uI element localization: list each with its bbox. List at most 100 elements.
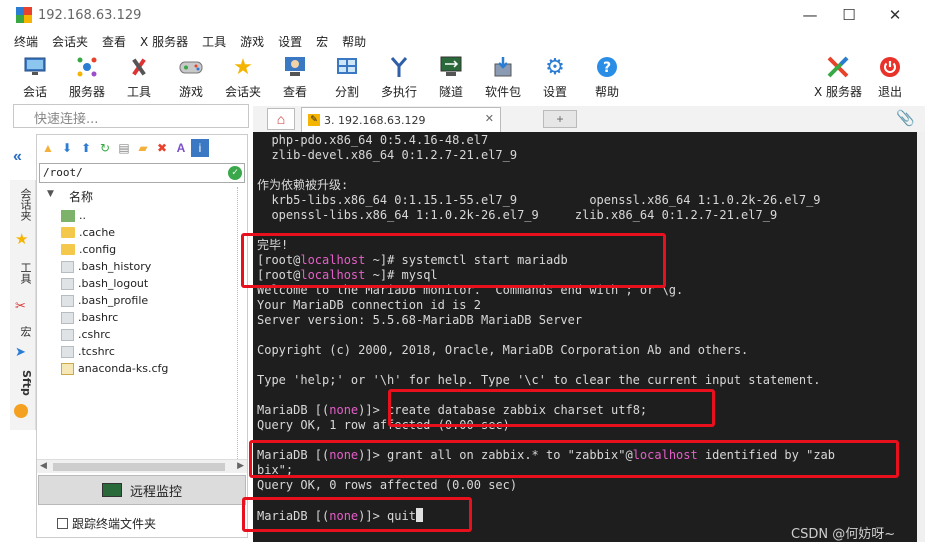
list-item[interactable]: anaconda-ks.cfg	[37, 360, 237, 377]
multiexec-button[interactable]: 多执行	[374, 52, 424, 102]
close-button[interactable]: ✕	[872, 0, 918, 30]
split-button[interactable]: 分割	[322, 52, 372, 102]
list-item[interactable]: .config	[37, 241, 237, 258]
terminal-text-segment: zlib-devel.x86_64 0:1.2.7-21.el7_9	[257, 148, 518, 162]
menu-sessions[interactable]: 会话夹	[52, 33, 88, 50]
parent-folder-icon	[61, 209, 75, 222]
plus-icon: +	[556, 112, 564, 126]
folder-up-icon[interactable]: ▲	[39, 139, 57, 157]
list-item[interactable]: .bashrc	[37, 309, 237, 326]
side-tab-sftp[interactable]: Sftp	[13, 370, 33, 396]
home-tab[interactable]: ⌂	[267, 108, 295, 130]
terminal-scrollbar[interactable]	[917, 132, 925, 542]
menu-games[interactable]: 游戏	[240, 33, 264, 50]
sftp-file-panel: ▲ ⬇ ⬆ ↻ ▤ ▰ ✖ A i /root/ ✓ ▼ 名称 .. .cach…	[36, 134, 248, 538]
refresh-icon[interactable]: ↻	[96, 139, 114, 157]
follow-terminal-label: 跟踪终端文件夹	[72, 517, 157, 531]
new-file-icon[interactable]: ▤	[115, 139, 133, 157]
delete-icon[interactable]: ✖	[153, 139, 171, 157]
tab-close-icon[interactable]: ✕	[485, 112, 494, 125]
list-item[interactable]: .tcshrc	[37, 343, 237, 360]
view-button[interactable]: 查看	[270, 52, 320, 102]
svg-text:?: ?	[603, 60, 611, 76]
terminal-line: Query OK, 0 rows affected (0.00 sec)	[257, 478, 917, 493]
terminal-text-segment: Your MariaDB connection id is 2	[257, 298, 481, 312]
terminal-line: Type 'help;' or '\h' for help. Type '\c'…	[257, 373, 917, 388]
new-tab-button[interactable]: +	[543, 110, 577, 128]
file-icon	[61, 345, 74, 358]
menu-xserver[interactable]: X 服务器	[140, 33, 188, 50]
star-icon: ★	[15, 231, 29, 248]
exit-button[interactable]: 退出	[865, 52, 915, 102]
help-button[interactable]: ? 帮助	[582, 52, 632, 102]
follow-terminal-checkbox[interactable]: 跟踪终端文件夹	[57, 515, 156, 532]
file-icon	[61, 311, 74, 324]
new-folder-icon[interactable]: ▰	[134, 139, 152, 157]
servers-button[interactable]: 服务器	[62, 52, 112, 102]
menu-help[interactable]: 帮助	[342, 33, 366, 50]
quick-connect-input[interactable]: 快速连接...	[13, 104, 249, 128]
menu-settings[interactable]: 设置	[278, 33, 302, 50]
menu-tools[interactable]: 工具	[202, 33, 226, 50]
quick-connect-placeholder: 快速连接...	[34, 112, 99, 127]
collapse-sidebar-icon[interactable]: «	[13, 148, 22, 166]
terminal-tab-bar: ⌂ ✎ 3. 192.168.63.129 ✕ + 📎	[253, 106, 925, 132]
window-title: 192.168.63.129	[38, 7, 142, 23]
path-text: /root/	[43, 166, 83, 179]
terminal-text-segment: Server version: 5.5.68-MariaDB MariaDB S…	[257, 313, 583, 327]
settings-button[interactable]: ⚙ 设置	[530, 52, 580, 102]
list-item[interactable]: .cshrc	[37, 326, 237, 343]
terminal-output[interactable]: php-pdo.x86_64 0:5.4.16-48.el7 zlib-deve…	[253, 132, 917, 542]
terminal-text-segment: Copyright (c) 2000, 2018, Oracle, MariaD…	[257, 343, 749, 357]
side-tab-sessions[interactable]: 会话夹	[13, 188, 33, 221]
home-icon: ⌂	[276, 111, 286, 127]
terminal-line: php-pdo.x86_64 0:5.4.16-48.el7	[257, 133, 917, 148]
upload-icon[interactable]: ⬆	[77, 139, 95, 157]
menu-view[interactable]: 查看	[102, 33, 126, 50]
tab-session-3[interactable]: ✎ 3. 192.168.63.129 ✕	[301, 107, 501, 132]
terminal-text-segment: MariaDB [(	[257, 403, 330, 417]
scroll-thumb[interactable]	[53, 463, 225, 471]
side-tab-tools[interactable]: 工具	[13, 262, 33, 284]
folder-icon	[61, 227, 75, 238]
list-item[interactable]: .bash_profile	[37, 292, 237, 309]
download-icon[interactable]: ⬇	[58, 139, 76, 157]
rename-icon[interactable]: A	[172, 139, 190, 157]
file-icon	[61, 328, 74, 341]
list-item[interactable]: .cache	[37, 224, 237, 241]
list-item[interactable]: .bash_history	[37, 258, 237, 275]
terminal-text-segment: Type 'help;' or '\h' for help. Type '\c'…	[257, 373, 821, 387]
attachment-icon[interactable]: 📎	[896, 109, 915, 127]
tunnel-button[interactable]: 隧道	[426, 52, 476, 102]
maximize-button[interactable]: ☐	[826, 0, 872, 30]
sort-arrow-icon: ▼	[47, 189, 54, 199]
session-button[interactable]: 会话	[10, 52, 60, 102]
path-input[interactable]: /root/ ✓	[39, 163, 245, 183]
tools-icon	[127, 55, 151, 79]
menu-bar: 终端 会话夹 查看 X 服务器 工具 游戏 设置 宏 帮助	[0, 30, 925, 52]
xserver-button[interactable]: X 服务器	[812, 52, 864, 102]
highlight-box-start-mariadb	[241, 233, 666, 288]
side-tab-macros[interactable]: 宏	[13, 326, 33, 337]
side-tabs: 会话夹 ★ 工具 ✂ 宏 ➤ Sftp	[10, 180, 36, 430]
scroll-left-icon[interactable]: ◀	[40, 460, 47, 471]
remote-monitor-button[interactable]: 远程监控	[38, 475, 246, 505]
packages-button[interactable]: 软件包	[478, 52, 528, 102]
view-icon	[283, 55, 307, 79]
file-list-header[interactable]: ▼ 名称	[37, 187, 237, 205]
tools-button[interactable]: 工具	[114, 52, 164, 102]
checkbox-icon[interactable]	[57, 518, 68, 529]
path-ok-icon[interactable]: ✓	[228, 166, 242, 180]
list-item[interactable]: .bash_logout	[37, 275, 237, 292]
list-item[interactable]: ..	[37, 207, 237, 224]
sessions-star-button[interactable]: ★ 会话夹	[218, 52, 268, 102]
file-list-scrollbar[interactable]: ◀ ▶	[37, 459, 247, 473]
packages-icon	[491, 55, 515, 79]
properties-icon[interactable]: i	[191, 139, 209, 157]
menu-macros[interactable]: 宏	[316, 33, 328, 50]
scroll-right-icon[interactable]: ▶	[237, 460, 244, 471]
games-button[interactable]: 游戏	[166, 52, 216, 102]
menu-terminal[interactable]: 终端	[14, 33, 38, 50]
exit-icon	[878, 55, 902, 79]
